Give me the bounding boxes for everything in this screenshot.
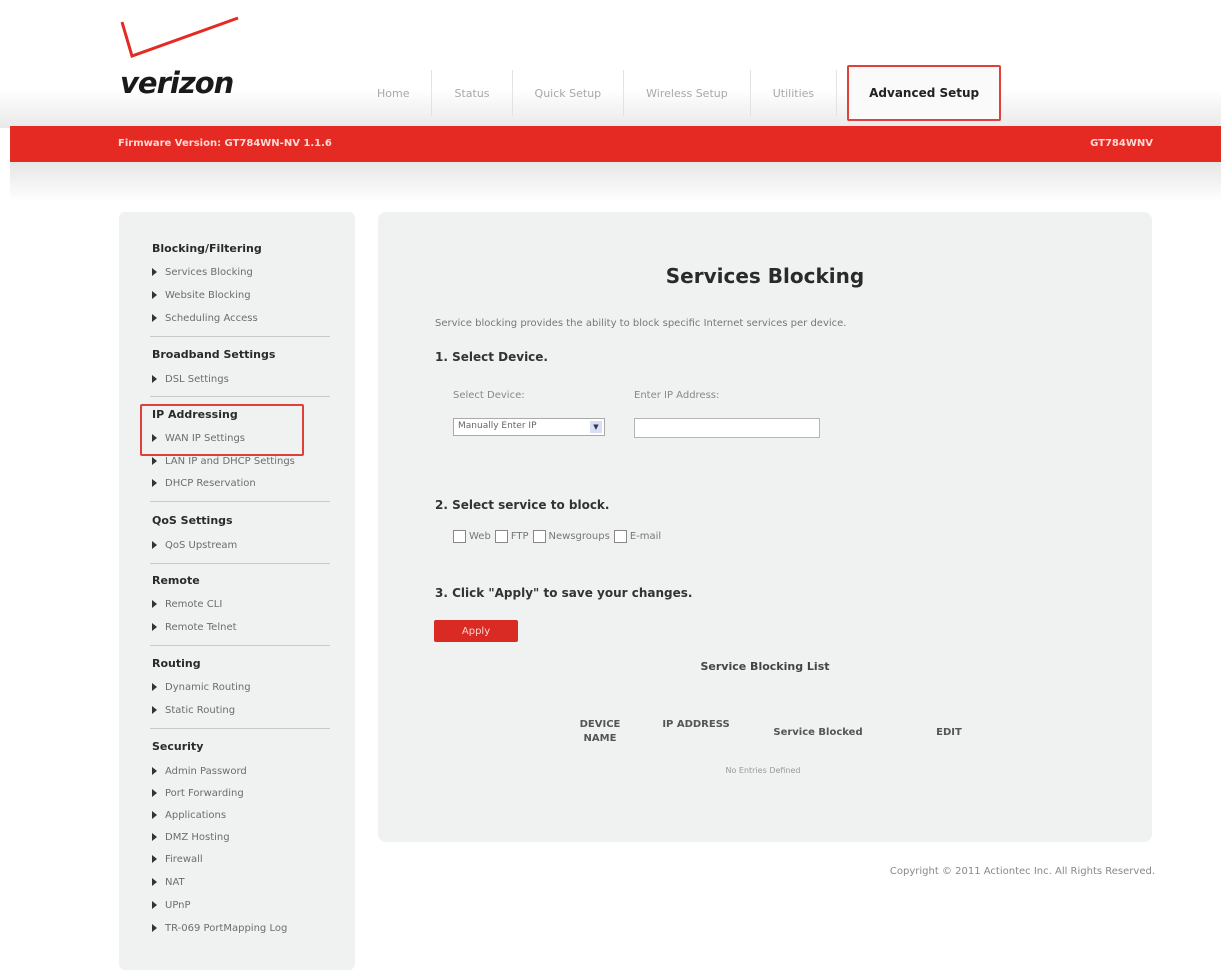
tab-wireless-setup[interactable]: Wireless Setup [624, 70, 751, 116]
sidebar-item-port-forwarding[interactable]: Port Forwarding [152, 788, 244, 799]
sidebar-item-scheduling-access[interactable]: Scheduling Access [152, 313, 258, 324]
step-2-heading: 2. Select service to block. [435, 498, 610, 512]
sidebar-item-dsl-settings[interactable]: DSL Settings [152, 374, 229, 385]
arrow-icon [152, 901, 157, 909]
copyright-text: Copyright © 2011 Actiontec Inc. All Righ… [889, 866, 1155, 877]
email-checkbox[interactable] [613, 530, 627, 543]
sidebar-divider [150, 396, 330, 397]
arrow-icon [152, 457, 157, 465]
sidebar-item-remote-telnet[interactable]: Remote Telnet [152, 622, 237, 633]
device-select-value: Manually Enter IP [458, 421, 537, 431]
firmware-version: Firmware Version: GT784WN-NV 1.1.6 [118, 138, 332, 149]
chevron-down-icon[interactable]: ▼ [590, 421, 602, 433]
arrow-icon [152, 375, 157, 383]
arrow-icon [152, 479, 157, 487]
arrow-icon [152, 291, 157, 299]
arrow-icon [152, 924, 157, 932]
sidebar-item-firewall[interactable]: Firewall [152, 854, 203, 865]
sidebar-item-upnp[interactable]: UPnP [152, 900, 191, 911]
arrow-icon [152, 706, 157, 714]
sidebar-heading-remote: Remote [152, 574, 200, 587]
column-device-name: DEVICE NAME [579, 719, 621, 744]
sidebar-item-tr069-portmapping-log[interactable]: TR-069 PortMapping Log [152, 923, 287, 934]
select-device-label: Select Device: [453, 390, 525, 401]
main-nav: Home Status Quick Setup Wireless Setup U… [355, 65, 1002, 121]
tab-status[interactable]: Status [432, 70, 513, 116]
device-select[interactable]: Manually Enter IP ▼ [453, 418, 605, 436]
header: verizon Home Status Quick Setup Wireless… [0, 0, 1221, 128]
sidebar-item-static-routing[interactable]: Static Routing [152, 705, 235, 716]
sidebar-heading-routing: Routing [152, 657, 201, 670]
sidebar-item-services-blocking[interactable]: Services Blocking [152, 267, 253, 278]
arrow-icon [152, 541, 157, 549]
step-3-heading: 3. Click "Apply" to save your changes. [435, 586, 693, 600]
page-title: Services Blocking [665, 264, 865, 288]
ip-address-label: Enter IP Address: [634, 390, 720, 401]
column-edit: EDIT [936, 727, 962, 738]
tab-advanced-setup[interactable]: Advanced Setup [847, 65, 1002, 121]
sidebar-heading-security: Security [152, 740, 204, 753]
service-ftp[interactable]: FTP [494, 530, 529, 543]
arrow-icon [152, 767, 157, 775]
column-service-blocked: Service Blocked [773, 727, 863, 738]
sidebar-divider [150, 501, 330, 502]
ftp-checkbox[interactable] [494, 530, 508, 543]
sidebar-item-applications[interactable]: Applications [152, 810, 226, 821]
ip-address-input[interactable] [634, 418, 820, 438]
step-1-heading: 1. Select Device. [435, 350, 548, 364]
sidebar-divider [150, 336, 330, 337]
sidebar-item-wan-ip-settings[interactable]: WAN IP Settings [152, 433, 245, 444]
newsgroups-checkbox[interactable] [532, 530, 546, 543]
sidebar-item-admin-password[interactable]: Admin Password [152, 766, 247, 777]
service-email[interactable]: E-mail [613, 530, 661, 543]
sidebar-item-nat[interactable]: NAT [152, 877, 185, 888]
arrow-icon [152, 434, 157, 442]
tab-utilities[interactable]: Utilities [751, 70, 838, 116]
column-ip-address: IP ADDRESS [662, 719, 730, 730]
content-panel: Services Blocking Service blocking provi… [378, 212, 1152, 842]
apply-button[interactable]: Apply [434, 620, 518, 642]
arrow-icon [152, 878, 157, 886]
sidebar-heading-blocking: Blocking/Filtering [152, 242, 262, 255]
sidebar-item-lan-ip-dhcp[interactable]: LAN IP and DHCP Settings [152, 456, 295, 467]
sidebar-item-remote-cli[interactable]: Remote CLI [152, 599, 222, 610]
service-checkboxes: Web FTP Newsgroups E-mail [453, 530, 665, 543]
arrow-icon [152, 314, 157, 322]
arrow-icon [152, 268, 157, 276]
service-web[interactable]: Web [453, 530, 491, 543]
sidebar-item-dynamic-routing[interactable]: Dynamic Routing [152, 682, 251, 693]
sidebar-divider [150, 563, 330, 564]
sidebar: Blocking/Filtering Services Blocking Web… [119, 212, 355, 970]
web-checkbox[interactable] [453, 530, 466, 543]
tab-home[interactable]: Home [355, 70, 433, 116]
arrow-icon [152, 623, 157, 631]
arrow-icon [152, 600, 157, 608]
arrow-icon [152, 789, 157, 797]
verizon-logo[interactable]: verizon [118, 16, 248, 100]
sidebar-heading-ip-addressing: IP Addressing [152, 408, 238, 421]
sidebar-heading-qos: QoS Settings [152, 514, 233, 527]
arrow-icon [152, 833, 157, 841]
arrow-icon [152, 855, 157, 863]
arrow-icon [152, 811, 157, 819]
logo-text: verizon [120, 66, 234, 100]
tab-quick-setup[interactable]: Quick Setup [513, 70, 625, 116]
sidebar-item-qos-upstream[interactable]: QoS Upstream [152, 540, 237, 551]
intro-text: Service blocking provides the ability to… [435, 318, 847, 329]
service-newsgroups[interactable]: Newsgroups [532, 530, 610, 543]
sidebar-heading-broadband: Broadband Settings [152, 348, 276, 361]
arrow-icon [152, 683, 157, 691]
sidebar-item-dmz-hosting[interactable]: DMZ Hosting [152, 832, 230, 843]
empty-list-message: No Entries Defined [725, 766, 801, 775]
sidebar-item-dhcp-reservation[interactable]: DHCP Reservation [152, 478, 256, 489]
service-blocking-list-title: Service Blocking List [700, 660, 830, 673]
sidebar-divider [150, 645, 330, 646]
sidebar-divider [150, 728, 330, 729]
banner-shadow [10, 162, 1221, 202]
model-number: GT784WNV [1090, 138, 1153, 149]
firmware-banner: Firmware Version: GT784WN-NV 1.1.6 GT784… [10, 126, 1221, 162]
sidebar-item-website-blocking[interactable]: Website Blocking [152, 290, 251, 301]
